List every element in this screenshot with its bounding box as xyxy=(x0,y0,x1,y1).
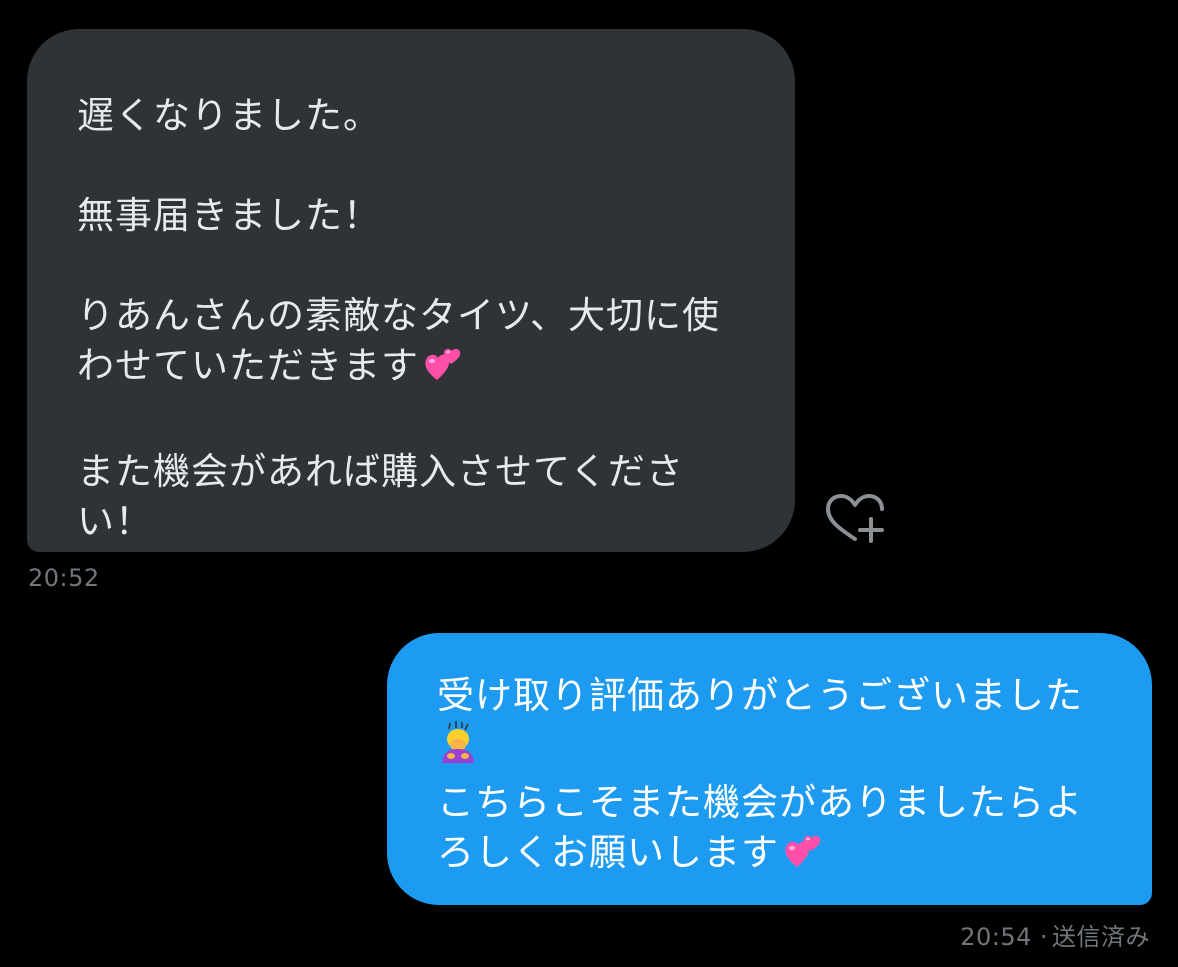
message-line: わせていただきます xyxy=(77,341,755,397)
message-line: 無事届きました！ xyxy=(77,194,381,237)
person-bowing-icon xyxy=(437,721,479,778)
message-line: 遅くなりました。 xyxy=(77,94,381,137)
message-line: りあんさんの素敵なタイツ、大切に使 xyxy=(77,294,721,337)
incoming-message-bubble[interactable]: 遅くなりました。 無事届きました！ りあんさんの素敵なタイツ、大切に使 わせてい… xyxy=(27,29,795,552)
message-line: い！ xyxy=(77,500,153,543)
separator-dot: · xyxy=(1039,923,1048,951)
message-timestamp: 20:54 xyxy=(960,923,1032,951)
message-status-row: 20:54 · 送信済み xyxy=(960,917,1150,952)
message-line: また機会があれば購入させてくださ xyxy=(77,450,684,493)
message-line-text: わせていただきます xyxy=(77,344,419,387)
message-timestamp: 20:52 xyxy=(28,564,100,592)
message-line: 受け取り評価ありがとうございました xyxy=(437,674,1083,717)
message-line: ろしくお願いします xyxy=(437,828,1112,884)
message-paragraph: 無事届きました！ xyxy=(77,191,755,241)
heart-plus-icon[interactable] xyxy=(822,491,888,547)
message-paragraph: りあんさんの素敵なタイツ、大切に使 わせていただきます xyxy=(77,291,755,397)
two-hearts-icon xyxy=(423,344,463,397)
message-line-text: ろしくお願いします xyxy=(437,831,779,874)
sent-status: 送信済み xyxy=(1052,923,1150,951)
message-paragraph: また機会があれば購入させてくださ い！ xyxy=(77,447,755,547)
message-paragraph: 遅くなりました。 xyxy=(77,91,755,141)
two-hearts-icon xyxy=(783,831,823,884)
message-line: こちらこそまた機会がありましたらよ xyxy=(437,781,1083,824)
message-line xyxy=(437,721,1112,778)
outgoing-message-bubble[interactable]: 受け取り評価ありがとうございました こちらこそまた機会がありましたらよ ろしくお… xyxy=(387,633,1152,905)
